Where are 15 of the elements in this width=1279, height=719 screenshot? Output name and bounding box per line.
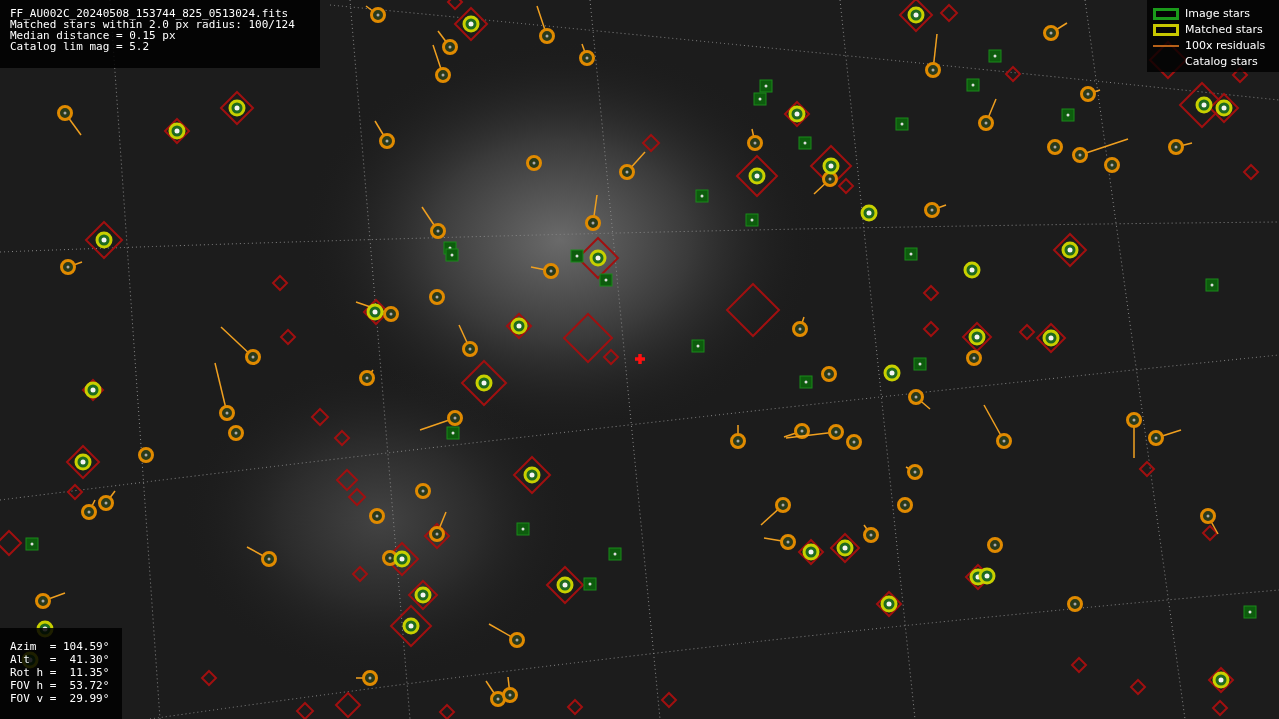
pointing-text: Azim = 104.59° bbox=[10, 641, 111, 652]
image-star-legend-icon bbox=[1153, 7, 1179, 20]
pointing-text: FOV v = 29.99° bbox=[10, 693, 111, 704]
legend-label: Matched stars bbox=[1185, 23, 1263, 36]
info-text: FF_AU002C_20240508_153744_825_0513024.fits bbox=[10, 8, 290, 19]
pointing-text: FOV h = 53.72° bbox=[10, 680, 111, 691]
matched-star-legend-icon bbox=[1153, 23, 1179, 36]
info-text: Catalog lim mag = 5.2 bbox=[10, 41, 151, 52]
legend-label: Image stars bbox=[1185, 7, 1250, 20]
legend-label: Catalog stars bbox=[1185, 55, 1258, 68]
info-text: Median distance = 0.15 px bbox=[10, 30, 176, 41]
info-text: Matched stars within 2.0 px radius: 100/124 bbox=[10, 19, 296, 30]
legend-label: 100x residuals bbox=[1185, 39, 1266, 52]
pointing-text: Alt = 41.30° bbox=[10, 654, 111, 665]
pointing-text: Rot h = 11.35° bbox=[10, 667, 111, 678]
